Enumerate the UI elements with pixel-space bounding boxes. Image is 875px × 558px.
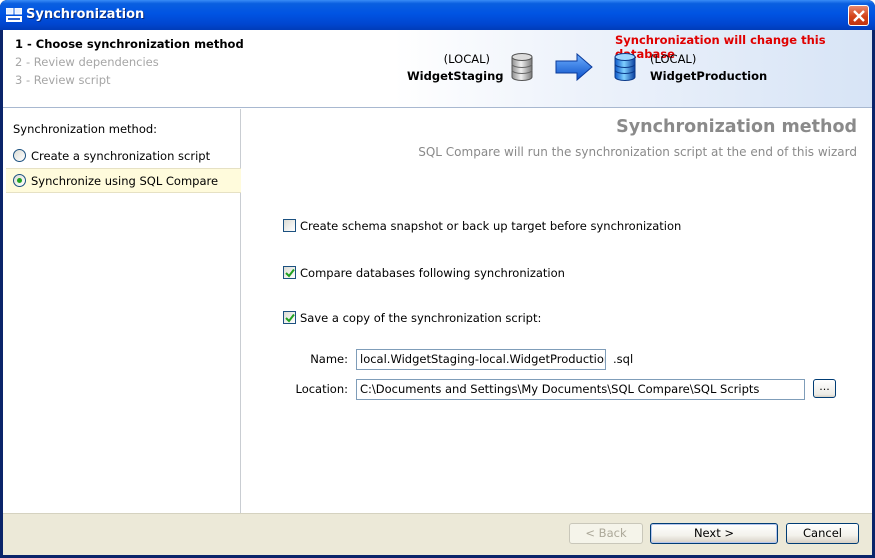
next-button[interactable]: Next >	[650, 523, 778, 544]
snapshot-label: Create schema snapshot or back up target…	[300, 219, 682, 233]
source-database-name: WidgetStaging	[407, 69, 504, 83]
method-list-label: Synchronization method:	[13, 122, 158, 136]
create-script-radio[interactable]	[13, 149, 26, 162]
source-server: (LOCAL)	[443, 52, 490, 66]
name-label: Name:	[310, 352, 348, 366]
step-choose-method: 1 - Choose synchronization method	[15, 37, 244, 51]
location-label: Location:	[295, 382, 348, 396]
dialog-body: 1 - Choose synchronization method 2 - Re…	[3, 30, 872, 555]
back-button[interactable]: < Back	[569, 523, 643, 544]
checkmark-icon	[285, 313, 295, 323]
window-title: Synchronization	[26, 7, 145, 22]
compare-after-checkbox[interactable]	[283, 266, 296, 279]
source-database-icon	[511, 53, 533, 81]
save-script-checkbox[interactable]	[283, 311, 296, 324]
snapshot-checkbox[interactable]	[283, 219, 296, 232]
cancel-button[interactable]: Cancel	[786, 523, 859, 544]
option-create-script[interactable]: Create a synchronization script	[6, 144, 241, 169]
arrow-right-icon	[555, 53, 593, 81]
target-database-icon	[614, 53, 636, 81]
checkmark-icon	[285, 268, 295, 278]
app-icon	[6, 8, 22, 22]
wizard-header: 1 - Choose synchronization method 2 - Re…	[3, 30, 872, 108]
wizard-footer: < Back Next > Cancel	[3, 513, 872, 555]
target-database-name: WidgetProduction	[650, 69, 768, 83]
step-review-dependencies: 2 - Review dependencies	[15, 55, 159, 69]
browse-button[interactable]: ...	[813, 379, 836, 398]
title-bar[interactable]: Synchronization	[0, 0, 875, 30]
synchronization-window: Synchronization 1 - Choose synchronizati…	[0, 0, 875, 558]
step-review-script: 3 - Review script	[15, 73, 111, 87]
close-button[interactable]	[848, 5, 869, 26]
method-details-pane: Synchronization method SQL Compare will …	[242, 109, 872, 513]
target-server: (LOCAL)	[650, 52, 697, 66]
close-icon	[853, 10, 865, 22]
option-synchronize-sql-compare[interactable]: Synchronize using SQL Compare	[6, 168, 241, 193]
section-subtitle: SQL Compare will run the synchronization…	[418, 145, 857, 159]
script-extension: .sql	[613, 352, 634, 366]
compare-after-label: Compare databases following synchronizat…	[300, 266, 565, 280]
synchronize-label: Synchronize using SQL Compare	[31, 174, 219, 188]
section-title: Synchronization method	[616, 117, 857, 137]
save-script-label: Save a copy of the synchronization scrip…	[300, 311, 542, 325]
script-name-input[interactable]: local.WidgetStaging-local.WidgetProducti…	[356, 349, 606, 370]
method-list-pane: Synchronization method: Create a synchro…	[3, 109, 241, 513]
target-database: (LOCAL) WidgetProduction	[650, 52, 767, 83]
synchronize-radio[interactable]	[13, 174, 26, 187]
source-database: (LOCAL) WidgetStaging	[407, 52, 504, 83]
create-script-label: Create a synchronization script	[31, 149, 211, 163]
radio-selected-dot	[17, 178, 22, 183]
location-input[interactable]: C:\Documents and Settings\My Documents\S…	[356, 379, 805, 400]
